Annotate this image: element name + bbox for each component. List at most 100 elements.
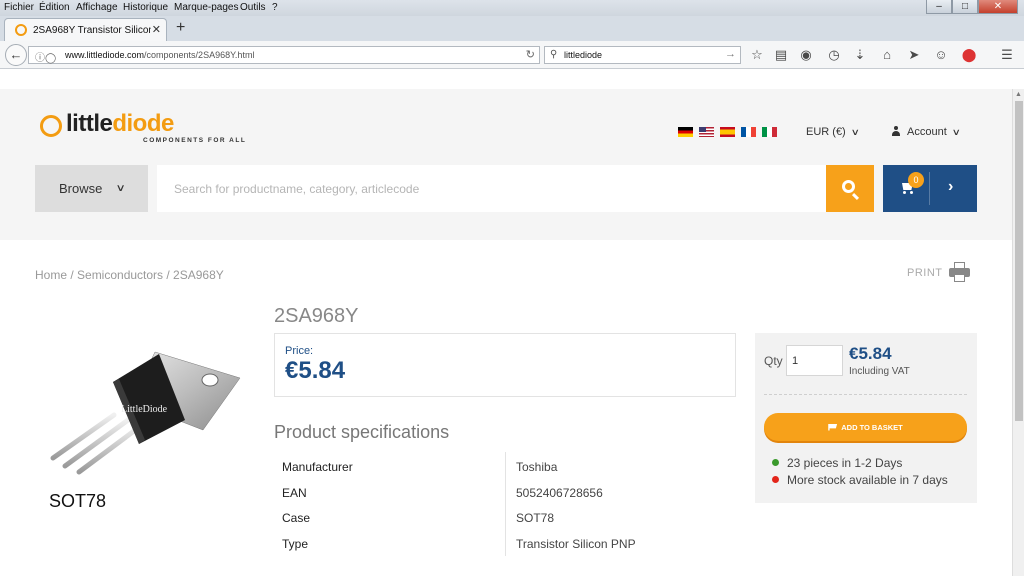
back-arrow-icon[interactable]: ← [5,44,27,66]
browser-menubar: Fichier Édition Affichage Historique Mar… [0,0,1024,16]
quantity-input[interactable] [786,345,843,376]
download-icon[interactable]: ⇣ [851,46,869,64]
reading-list-icon[interactable]: ▤ [772,46,790,64]
image-caption: SOT78 [49,491,107,511]
chevron-down-icon: ∨ [850,127,860,137]
menu-historique[interactable]: Historique [123,2,168,13]
currency-selector[interactable]: EUR (€) ∨ [806,126,860,138]
tab-active[interactable]: 2SA968Y Transistor Silicon PN ✕ [4,18,167,41]
product-image: LittleDiode [35,330,255,480]
hamburger-menu-icon[interactable]: ☰ [998,46,1016,64]
flag-french-icon[interactable] [741,127,756,137]
breadcrumb[interactable]: Home / Semiconductors / 2SA968Y [35,268,224,282]
logo-tagline: COMPONENTS FOR ALL [143,137,247,144]
browser-search-text: littlediode [564,50,603,60]
menu-help[interactable]: ? [272,2,278,13]
browse-button[interactable]: Browse ∨ [35,165,148,212]
cart-divider [929,172,930,205]
spec-value-ean: 5052406728656 [516,486,603,500]
chevron-right-icon: › [948,178,954,195]
page-scrollbar[interactable]: ▲ [1012,89,1024,576]
diode-logo-icon [40,115,62,137]
spec-label-case: Case [282,511,311,525]
minimize-icon[interactable]: – [926,0,952,14]
account-label: Account [907,126,947,138]
product-search-input[interactable] [157,165,826,212]
menu-fichier[interactable]: Fichier [4,2,34,13]
tab-title: 2SA968Y Transistor Silicon PN [33,25,151,36]
spec-label-ean: EAN [282,486,307,500]
menu-marque-pages[interactable]: Marque-pages [174,2,238,13]
image-watermark: LittleDiode [121,404,168,415]
red-status-dot-icon [772,476,779,483]
url-text: www.littlediode.com/components/2SA968Y.h… [65,50,255,60]
pocket-icon[interactable]: ◉ [797,46,815,64]
price-value: €5.84 [285,357,346,384]
flag-german-icon[interactable] [678,127,693,137]
new-tab-icon[interactable]: + [176,19,185,37]
print-label[interactable]: PRINT [907,267,943,279]
go-arrow-icon[interactable]: → [725,48,736,60]
menu-outils[interactable]: Outils [240,2,266,13]
flag-italian-icon[interactable] [762,127,777,137]
green-status-dot-icon [772,459,779,466]
site-logo[interactable]: littlediode COMPONENTS FOR ALL [40,110,247,148]
price-label: Price: [285,345,314,357]
tab-bar: 2SA968Y Transistor Silicon PN ✕ [0,16,1024,41]
flag-spanish-icon[interactable] [720,127,735,137]
buy-box: Qty €5.84 Including VAT ADD TO BASKET 23… [755,333,977,503]
add-to-basket-button[interactable]: ADD TO BASKET [764,413,967,441]
chevron-down-icon: ∨ [951,127,961,137]
search-icon: ⚲ [550,49,558,60]
add-to-basket-label: ADD TO BASKET [841,422,903,432]
close-window-icon[interactable]: ✕ [978,0,1018,14]
browse-label: Browse [59,181,103,196]
scrollbar-thumb[interactable] [1015,101,1023,421]
spec-value-case: SOT78 [516,511,555,525]
vat-note: Including VAT [849,366,910,377]
cart-button[interactable]: 0 › [883,165,977,212]
site-favicon-icon [15,24,27,36]
address-bar[interactable]: ⓘ◯ www.littlediode.com/components/2SA968… [28,46,540,64]
account-menu[interactable]: Account ∨ [891,126,961,138]
product-title: 2SA968Y [274,305,359,327]
search-button[interactable] [826,165,874,212]
price-box: Price: €5.84 [274,333,736,397]
stock-line-1: 23 pieces in 1-2 Days [772,456,902,470]
close-tab-icon[interactable]: ✕ [152,23,161,36]
user-icon [891,126,901,136]
qty-label: Qty [764,354,783,368]
spec-divider [505,452,506,556]
spec-value-manufacturer: Toshiba [516,460,558,474]
menu-edition[interactable]: Édition [39,2,70,13]
cart-icon [828,423,838,431]
spec-label-manufacturer: Manufacturer [282,460,353,474]
search-icon [842,180,855,193]
specs-title: Product specifications [274,422,450,442]
send-icon[interactable]: ➤ [905,46,923,64]
logo-wordmark: littlediode [66,110,174,137]
language-flags [678,127,783,137]
history-clock-icon[interactable]: ◷ [825,46,843,64]
sync-icon[interactable]: ☺ [932,46,950,64]
spec-value-type: Transistor Silicon PNP [516,537,636,551]
printer-icon[interactable] [949,262,970,282]
stock-line-2: More stock available in 7 days [772,473,948,487]
buy-divider [764,394,967,395]
cart-count-badge: 0 [908,172,924,188]
site-info-icon[interactable]: ⓘ◯ [35,49,56,64]
buy-price: €5.84 [849,344,892,363]
home-icon[interactable]: ⌂ [878,46,896,64]
menu-affichage[interactable]: Affichage [76,2,118,13]
currency-label: EUR (€) [806,126,846,138]
chevron-down-icon: ∨ [115,183,126,194]
browser-search-bar[interactable]: ⚲ littlediode → [544,46,741,64]
flag-english-icon[interactable] [699,127,714,137]
bookmark-star-icon[interactable]: ☆ [748,46,766,64]
window-controls: – □ ✕ [926,0,1018,14]
adblock-icon[interactable]: ⬤ [960,46,978,64]
scroll-up-icon[interactable]: ▲ [1015,91,1022,98]
spec-label-type: Type [282,537,309,551]
maximize-icon[interactable]: □ [952,0,978,14]
reload-icon[interactable]: ↻ [526,48,535,61]
